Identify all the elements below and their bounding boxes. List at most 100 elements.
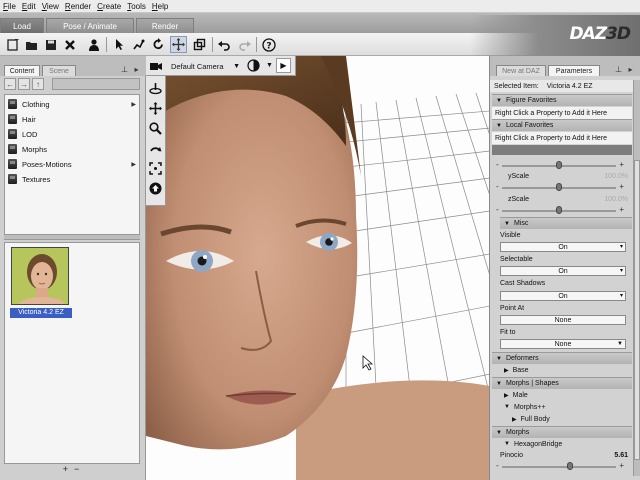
- triangle-right-icon: ▶: [504, 392, 509, 399]
- figure-setup-icon[interactable]: [85, 36, 102, 53]
- menu-view[interactable]: View: [42, 2, 59, 11]
- folder-lod[interactable]: LOD: [8, 127, 138, 141]
- folder-list: Clothing ▶ Hair LOD Morphs Poses-Motions ▶…: [4, 94, 140, 235]
- add-button[interactable]: +: [63, 464, 68, 474]
- node-tool-icon[interactable]: [130, 36, 147, 53]
- tab-pose-animate[interactable]: Pose / Animate: [46, 18, 134, 33]
- cast-shadows-select[interactable]: On ▾: [500, 291, 626, 301]
- redo-icon[interactable]: [236, 36, 253, 53]
- rotate-tool-icon[interactable]: [150, 36, 167, 53]
- panel-menu-icon[interactable]: ▸: [132, 65, 141, 75]
- pinocio-value[interactable]: 5.61: [614, 452, 628, 459]
- delete-icon[interactable]: [61, 36, 78, 53]
- list-item-full-body[interactable]: ▶ Full Body: [492, 413, 632, 425]
- section-morphs[interactable]: ▼ Morphs: [492, 426, 632, 438]
- list-item-base[interactable]: ▶ Base: [492, 364, 632, 376]
- camera-select[interactable]: Default Camera ▼: [168, 59, 242, 73]
- menu-help[interactable]: Help: [152, 2, 168, 11]
- section-morphs-shapes[interactable]: ▼ Morphs | Shapes: [492, 377, 632, 389]
- tab-load[interactable]: Load: [0, 18, 44, 33]
- list-item-morphs-pp[interactable]: ▼ Morphs++: [492, 401, 632, 413]
- folder-path-combo[interactable]: [52, 78, 140, 90]
- pin-icon[interactable]: ⊥: [614, 65, 623, 75]
- select-tool-icon[interactable]: [110, 36, 127, 53]
- slider-knob[interactable]: [556, 206, 562, 214]
- parameters-scrollbar[interactable]: [633, 80, 640, 476]
- translate-tool-icon[interactable]: [170, 36, 187, 53]
- selected-item-row: Selected Item: Victoria 4.2 EZ: [490, 80, 633, 92]
- play-icon[interactable]: ▶: [276, 58, 291, 73]
- draw-style-icon[interactable]: [246, 58, 261, 73]
- zoom-icon[interactable]: [148, 121, 163, 136]
- panel-splitter[interactable]: [4, 234, 140, 240]
- new-scene-icon[interactable]: [4, 36, 21, 53]
- scale-slider[interactable]: [496, 160, 624, 169]
- undo-icon[interactable]: [216, 36, 233, 53]
- rotate-view-icon[interactable]: [148, 141, 163, 156]
- local-favorites-hint: Right Click a Property to Add it Here: [492, 132, 632, 144]
- open-icon[interactable]: [23, 36, 40, 53]
- list-item-male[interactable]: ▶ Male: [492, 389, 632, 401]
- help-icon[interactable]: ?: [260, 36, 277, 53]
- zscale-slider[interactable]: [496, 205, 624, 214]
- menu-file[interactable]: File: [3, 2, 16, 11]
- folder-hair[interactable]: Hair: [8, 112, 138, 126]
- frame-icon[interactable]: [148, 161, 163, 176]
- content-add-remove: + −: [56, 464, 86, 474]
- daz3d-logo: DAZ3D: [470, 15, 640, 56]
- visible-select[interactable]: On ▾: [500, 242, 626, 252]
- pan-icon[interactable]: [148, 101, 163, 116]
- yscale-value[interactable]: 100.0%: [604, 173, 628, 180]
- section-figure-favorites[interactable]: ▼ Figure Favorites: [492, 94, 632, 106]
- menu-edit[interactable]: Edit: [22, 2, 36, 11]
- yscale-slider[interactable]: [496, 182, 624, 191]
- submenu-arrow-icon: ▶: [131, 161, 136, 168]
- folder-morphs[interactable]: Morphs: [8, 142, 138, 156]
- back-icon[interactable]: ←: [4, 78, 16, 90]
- selectable-select[interactable]: On ▾: [500, 266, 626, 276]
- pinocio-slider[interactable]: [496, 461, 624, 470]
- section-misc[interactable]: ▼ Misc: [500, 217, 632, 229]
- section-local-favorites[interactable]: ▼ Local Favorites: [492, 119, 632, 131]
- tab-content[interactable]: Content: [4, 65, 40, 76]
- menu-render[interactable]: Render: [65, 2, 91, 11]
- forward-icon[interactable]: →: [18, 78, 30, 90]
- orbit-icon[interactable]: [148, 81, 163, 96]
- list-item-hexagon-bridge[interactable]: ▼ HexagonBridge: [492, 438, 632, 450]
- panel-menu-icon[interactable]: ▸: [626, 65, 635, 75]
- scrollbar-thumb[interactable]: [634, 160, 640, 460]
- thumbnail-victoria[interactable]: [11, 247, 69, 305]
- remove-button[interactable]: −: [74, 464, 79, 474]
- menu-create[interactable]: Create: [97, 2, 121, 11]
- figure-thumbnail-image: [12, 248, 68, 304]
- section-deformers[interactable]: ▼ Deformers: [492, 352, 632, 364]
- yscale-label: yScale: [508, 173, 530, 180]
- tab-render[interactable]: Render: [136, 18, 194, 33]
- folder-clothing[interactable]: Clothing ▶: [8, 97, 138, 111]
- up-folder-icon[interactable]: ↑: [32, 78, 44, 90]
- pin-icon[interactable]: ⊥: [120, 65, 129, 75]
- point-at-button[interactable]: None: [500, 315, 626, 325]
- save-icon[interactable]: [42, 36, 59, 53]
- home-view-icon[interactable]: [148, 181, 163, 196]
- parameters-panel: New at DAZ Parameters ⊥ ▸ Selected Item:…: [490, 56, 640, 480]
- chevron-down-icon[interactable]: ▼: [262, 58, 277, 73]
- thumbnail-caption: Victoria 4.2 EZ: [10, 308, 72, 318]
- folder-textures[interactable]: Textures: [8, 172, 138, 186]
- slider-knob[interactable]: [556, 161, 562, 169]
- tab-new-at-daz[interactable]: New at DAZ: [496, 65, 546, 76]
- tab-scene[interactable]: Scene: [42, 65, 76, 76]
- slider-knob[interactable]: [556, 183, 562, 191]
- camera-icon[interactable]: [148, 58, 163, 73]
- tab-parameters[interactable]: Parameters: [548, 65, 600, 76]
- menu-tools[interactable]: Tools: [127, 2, 146, 11]
- triangle-down-icon: ▼: [496, 355, 502, 362]
- folder-poses-motions[interactable]: Poses-Motions ▶: [8, 157, 138, 171]
- zscale-label: zScale: [508, 196, 530, 203]
- scale-tool-icon[interactable]: [191, 36, 208, 53]
- fit-to-select[interactable]: None ▼: [500, 339, 626, 349]
- zscale-value[interactable]: 100.0%: [604, 196, 628, 203]
- viewport[interactable]: Default Camera ▼ ▼ ▶: [146, 56, 490, 480]
- fit-to-label: Fit to: [500, 329, 516, 336]
- slider-knob[interactable]: [566, 462, 573, 470]
